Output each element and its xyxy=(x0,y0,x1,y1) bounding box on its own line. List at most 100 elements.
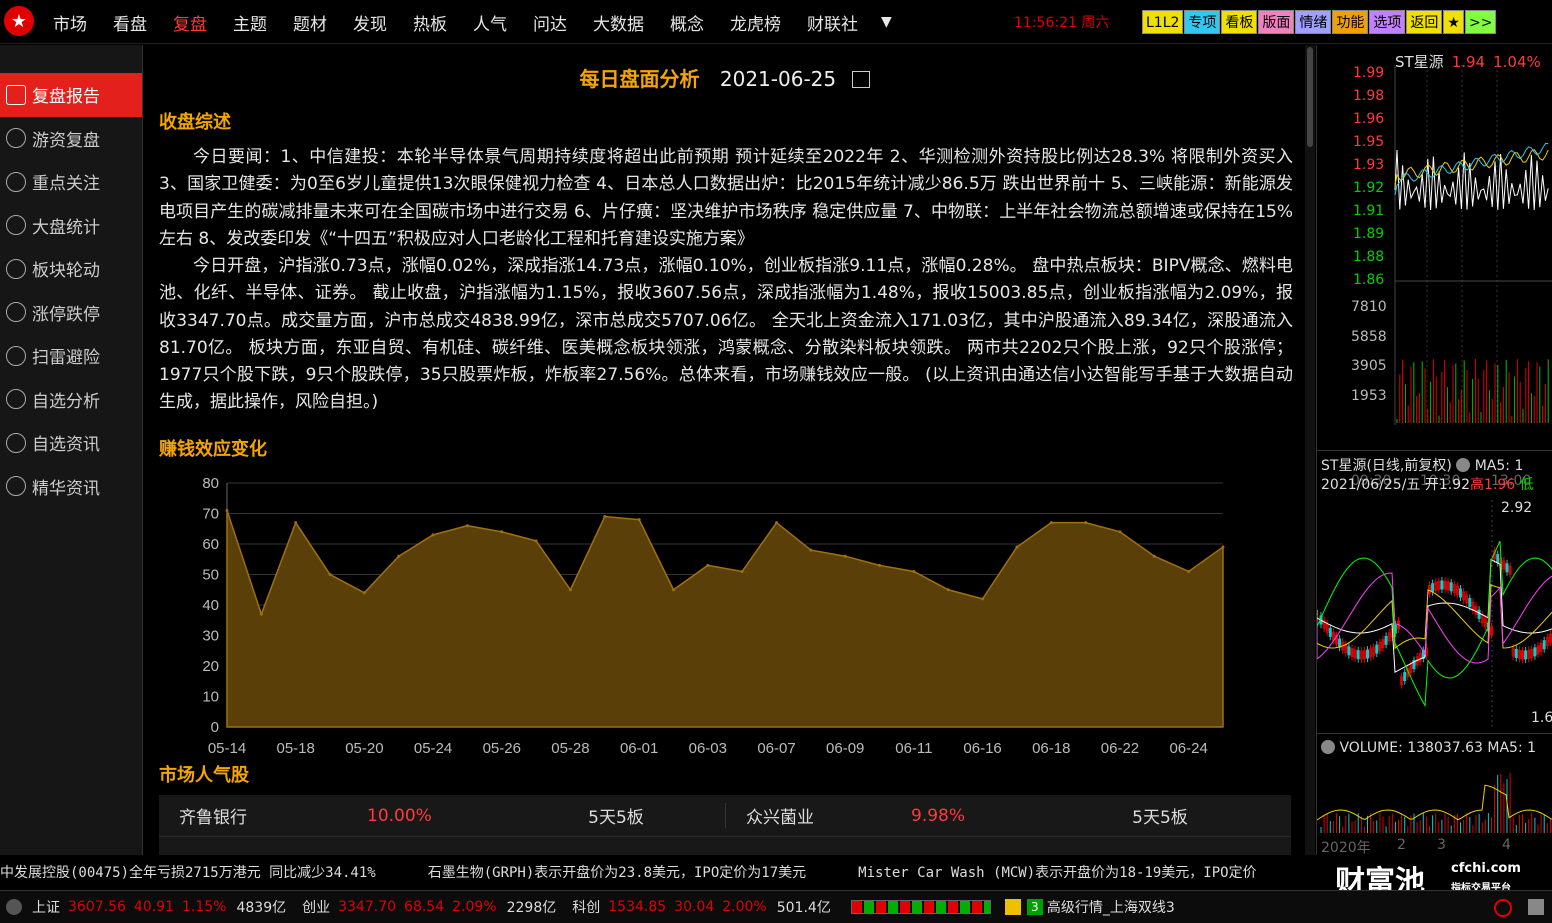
market-paragraph: 今日开盘，沪指涨0.73点，涨幅0.02%，深成指涨14.73点，涨幅0.10%… xyxy=(159,256,1293,413)
data-point xyxy=(431,533,435,537)
sidebar-item-watchlist-analysis[interactable]: 自选分析 xyxy=(0,378,142,422)
kline-title[interactable]: ST星源(日线,前复权) MA5: 1 xyxy=(1321,455,1523,475)
month-label: 2 xyxy=(1397,837,1406,853)
candle-body xyxy=(1347,646,1351,656)
volume-settings-icon[interactable] xyxy=(1321,740,1335,754)
index-change: 40.91 xyxy=(133,899,174,915)
sidebar-item-sector-rotation[interactable]: 板块轮动 xyxy=(0,247,142,291)
candle-body xyxy=(1366,649,1369,659)
menu-item-cls[interactable]: 财联社 xyxy=(794,10,871,35)
index-pct: 2.00% xyxy=(722,899,767,915)
y-tick-label: 10 xyxy=(202,689,219,706)
index-pct: 1.15% xyxy=(182,899,227,915)
index-name[interactable]: 上证 xyxy=(32,897,60,917)
quick-button-3[interactable]: 版面 xyxy=(1258,10,1295,34)
data-point xyxy=(775,521,779,525)
menu-item-dragon-tiger[interactable]: 龙虎榜 xyxy=(717,10,794,35)
quick-button-9[interactable]: >> xyxy=(1464,10,1497,34)
y-tick-label: 80 xyxy=(202,475,219,492)
data-point xyxy=(603,515,607,519)
sidebar-item-risk[interactable]: 扫雷避险 xyxy=(0,334,142,378)
x-tick-label: 06-07 xyxy=(757,740,795,757)
sidebar-item-featured-news[interactable]: 精华资讯 xyxy=(0,465,142,509)
x-tick-label: 05-24 xyxy=(414,740,452,757)
menu-item-concept[interactable]: 概念 xyxy=(657,10,717,35)
news-ticker[interactable]: 中发展控股(00475)全年亏损2715万港元 同比减少34.41% 石墨生物(G… xyxy=(0,857,1552,889)
scrollbar-thumb[interactable] xyxy=(1307,47,1313,147)
ma-label: MA5: 1 xyxy=(1474,458,1524,474)
sidebar-item-label: 复盘报告 xyxy=(32,87,100,108)
alert-icon[interactable] xyxy=(1004,899,1021,915)
x-tick-label: 05-26 xyxy=(483,740,521,757)
candle-body xyxy=(1533,647,1537,657)
quick-button-5[interactable]: 功能 xyxy=(1332,10,1369,34)
stock-name: 众兴菌业 xyxy=(725,803,911,828)
menu-item-theme[interactable]: 主题 xyxy=(220,10,280,35)
menu-item-board[interactable]: 看盘 xyxy=(100,10,160,35)
quick-button-8[interactable]: ★ xyxy=(1443,10,1464,34)
data-point xyxy=(1187,569,1191,573)
quick-button-0[interactable]: L1L2 xyxy=(1142,10,1184,34)
index-name[interactable]: 科创 xyxy=(572,897,600,917)
app-logo-icon[interactable]: ★ xyxy=(4,6,34,36)
sidebar-item-focus[interactable]: 重点关注 xyxy=(0,160,142,204)
menu-more-dropdown-icon[interactable]: ▼ xyxy=(871,14,902,30)
menu-item-hot[interactable]: 热板 xyxy=(400,10,460,35)
menu-item-ask[interactable]: 问达 xyxy=(520,10,580,35)
ticker-item[interactable]: Mister Car Wash (MCW)表示开盘价为18-19美元，IPO定价 xyxy=(858,865,1256,881)
intraday-chart[interactable] xyxy=(1317,45,1552,445)
warning-icon xyxy=(6,345,26,366)
ticker-item[interactable]: 中发展控股(00475)全年亏损2715万港元 同比减少34.41% xyxy=(0,865,376,881)
quick-button-1[interactable]: 专项 xyxy=(1184,10,1221,34)
table-row[interactable]: 齐鲁银行 10.00% 5天5板 众兴菌业 9.98% 5天5板 xyxy=(159,795,1291,837)
menu-item-popular[interactable]: 人气 xyxy=(460,10,520,35)
report-panel: 每日盘面分析 2021-06-25 收盘综述 今日要闻：1、中信建投：本轮半导体… xyxy=(145,45,1305,855)
quick-button-7[interactable]: 返回 xyxy=(1406,10,1443,34)
settings-icon[interactable] xyxy=(1456,458,1471,472)
menu-item-review[interactable]: 复盘 xyxy=(160,10,220,35)
menu-item-market[interactable]: 市场 xyxy=(40,10,100,35)
data-point xyxy=(1084,521,1088,525)
ma-line xyxy=(1317,583,1552,650)
calendar-icon[interactable] xyxy=(852,71,871,88)
stock-name: 齐鲁银行 xyxy=(179,808,247,828)
candle-body xyxy=(1328,627,1332,637)
kline-info: 2021/06/25/五 开1.92高1.96 低 xyxy=(1321,474,1534,494)
clock: 11:56:21 周六 xyxy=(1014,15,1110,31)
candle-body xyxy=(1440,580,1444,590)
feed-label[interactable]: 高级行情_上海双线3 xyxy=(1047,897,1175,917)
menu-item-discover[interactable]: 发现 xyxy=(340,10,400,35)
quick-button-6[interactable]: 选项 xyxy=(1369,10,1406,34)
data-point xyxy=(637,518,641,522)
menu-item-topic[interactable]: 题材 xyxy=(280,10,340,35)
quick-button-4[interactable]: 情绪 xyxy=(1295,10,1332,34)
pie-chart-icon xyxy=(6,215,26,236)
menu-item-bigdata[interactable]: 大数据 xyxy=(580,10,657,35)
x-tick-label: 05-14 xyxy=(208,740,246,757)
data-point xyxy=(912,569,916,573)
report-scrollbar[interactable] xyxy=(1305,45,1315,855)
volume-title: VOLUME: 138037.63 MA5: 1 xyxy=(1321,740,1536,756)
y-tick-label: 50 xyxy=(202,567,219,584)
data-point xyxy=(878,563,882,567)
sidebar-item-hot-money[interactable]: 游资复盘 xyxy=(0,117,142,161)
sidebar-item-review-report[interactable]: 复盘报告 xyxy=(0,73,142,117)
refresh-icon[interactable] xyxy=(1494,899,1512,917)
data-point xyxy=(740,569,744,573)
sound-icon[interactable] xyxy=(1528,899,1544,915)
data-point xyxy=(671,588,675,592)
kline-low: 低 xyxy=(1519,477,1534,493)
news-icon xyxy=(6,432,26,453)
ticker-item[interactable]: 石墨生物(GRPH)表示开盘价为23.8美元，IPO定价为17美元 xyxy=(428,865,806,881)
clock-icon xyxy=(6,128,26,149)
sidebar-item-market-stats[interactable]: 大盘统计 xyxy=(0,204,142,248)
index-name[interactable]: 创业 xyxy=(302,897,330,917)
index-volume: 501.4亿 xyxy=(776,900,831,916)
candle-body xyxy=(1542,640,1546,650)
expand-icon[interactable] xyxy=(6,899,22,915)
sidebar-item-limit-up-down[interactable]: 涨停跌停 xyxy=(0,291,142,335)
kline-chart[interactable] xyxy=(1317,500,1552,740)
quick-button-2[interactable]: 看板 xyxy=(1221,10,1258,34)
profit-effect-heading: 赚钱效应变化 xyxy=(159,439,267,460)
sidebar-item-watchlist-news[interactable]: 自选资讯 xyxy=(0,421,142,465)
